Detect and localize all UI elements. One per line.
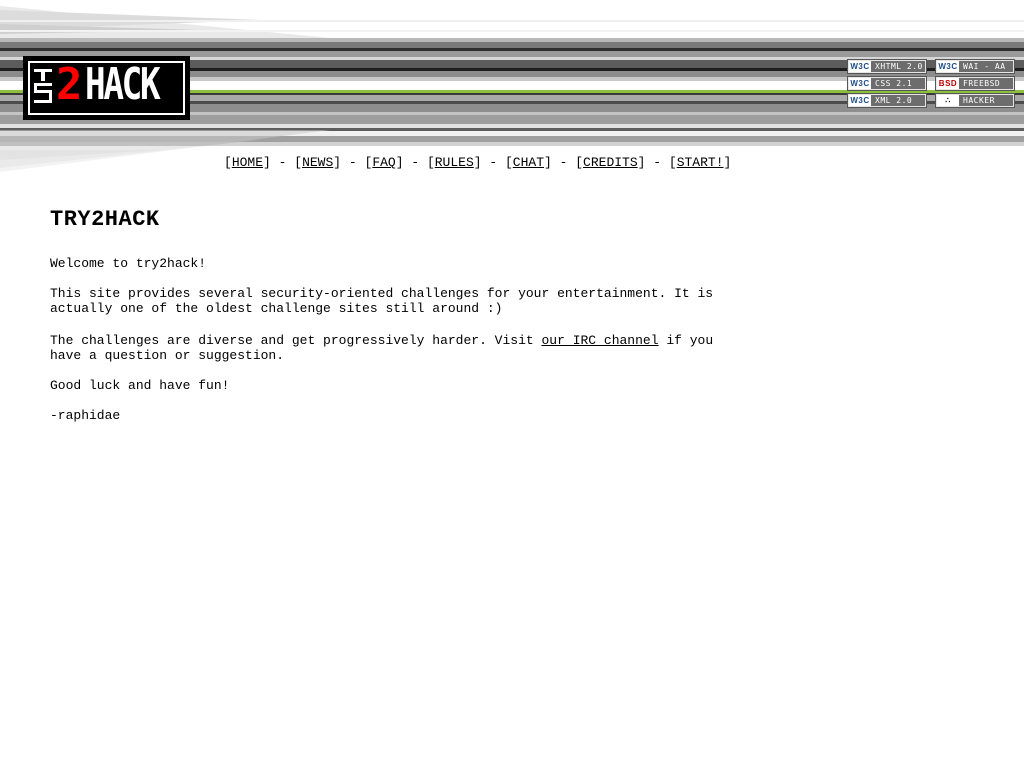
site-logo[interactable]: 2 HACK xyxy=(23,56,190,120)
irc-channel-link[interactable]: our IRC channel xyxy=(541,333,658,348)
css-badge[interactable]: W3C CSS 2.1 xyxy=(847,76,927,91)
freebsd-daemon-icon: BSD xyxy=(937,78,959,89)
main-content: TRY2HACK Welcome to try2hack! This site … xyxy=(50,206,770,423)
page-title: TRY2HACK xyxy=(50,207,160,232)
nav-chat-link[interactable]: CHAT xyxy=(513,155,544,170)
intro-paragraph: This site provides several security-orie… xyxy=(50,286,714,316)
main-nav: [HOME] - [NEWS] - [FAQ] - [RULES] - [CHA… xyxy=(224,155,732,170)
header-banner: 2 HACK W3C XHTML 2.0 W3C WAI - AA W3C CSS 2… xyxy=(0,0,1024,172)
w3c-icon: W3C xyxy=(937,61,959,72)
w3c-icon: W3C xyxy=(849,61,871,72)
nav-news-link[interactable]: NEWS xyxy=(302,155,333,170)
w3c-icon: W3C xyxy=(849,78,871,89)
nav-start-link[interactable]: START! xyxy=(677,155,724,170)
welcome-text: Welcome to try2hack! xyxy=(50,256,207,271)
freebsd-badge[interactable]: BSD FREEBSD xyxy=(935,76,1015,91)
nav-credits-link[interactable]: CREDITS xyxy=(583,155,638,170)
logo-try-glyph xyxy=(32,66,54,106)
w3c-icon: W3C xyxy=(849,95,871,106)
logo-word: HACK xyxy=(85,59,161,110)
nav-home-link[interactable]: HOME xyxy=(232,155,263,170)
logo-number: 2 xyxy=(56,59,82,110)
xhtml-badge[interactable]: W3C XHTML 2.0 xyxy=(847,59,927,74)
xml-badge[interactable]: W3C XML 2.0 xyxy=(847,93,927,108)
nav-faq-link[interactable]: FAQ xyxy=(372,155,395,170)
signature-text: -raphidae xyxy=(50,408,121,423)
glider-icon: ∴ xyxy=(937,95,959,106)
good-luck-text: Good luck and have fun! xyxy=(50,378,230,393)
hacker-badge[interactable]: ∴ HACKER xyxy=(935,93,1015,108)
wai-aa-badge[interactable]: W3C WAI - AA xyxy=(935,59,1015,74)
challenges-paragraph: The challenges are diverse and get progr… xyxy=(50,333,714,363)
nav-rules-link[interactable]: RULES xyxy=(435,155,474,170)
